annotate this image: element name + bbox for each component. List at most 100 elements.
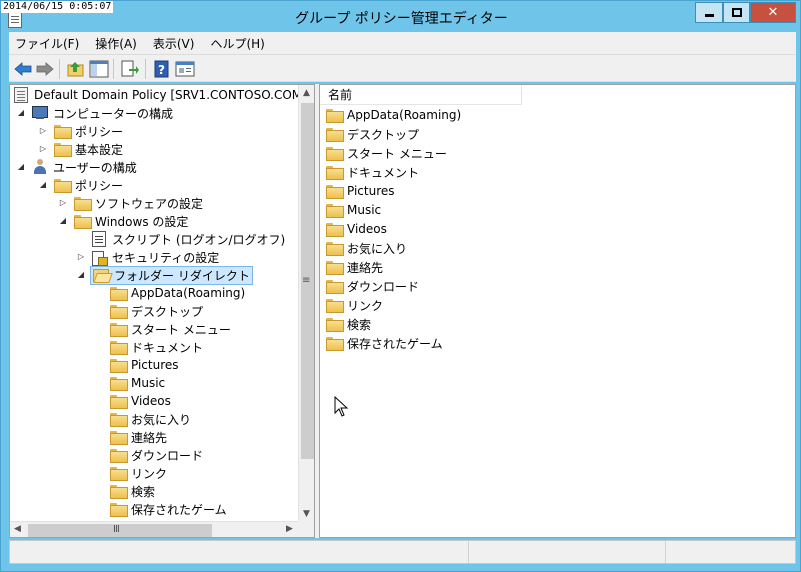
folder-icon bbox=[110, 467, 128, 481]
list-item[interactable]: スタート メニュー bbox=[326, 144, 447, 162]
tree-node-redirect-item[interactable]: Music bbox=[110, 374, 165, 392]
menu-file[interactable]: ファイル(F) bbox=[15, 35, 79, 52]
list-item-label: デスクトップ bbox=[347, 127, 420, 142]
tree-node-redirect-item[interactable]: ダウンロード bbox=[110, 446, 203, 464]
expand-arrow-icon[interactable]: ▷ bbox=[38, 144, 48, 154]
column-header-name[interactable]: 名前 bbox=[320, 85, 522, 105]
tree-node-label: ドキュメント bbox=[131, 340, 204, 355]
tree-node-label: ユーザーの構成 bbox=[53, 160, 137, 175]
back-arrow-icon[interactable] bbox=[13, 59, 33, 79]
tree-node-redirect-item[interactable]: お気に入り bbox=[110, 410, 191, 428]
list-item[interactable]: 保存されたゲーム bbox=[326, 334, 443, 352]
show-hide-tree-icon[interactable] bbox=[89, 59, 109, 79]
tree-node-label: 連絡先 bbox=[131, 430, 168, 445]
tree-node-redirect-item[interactable]: ドキュメント bbox=[110, 338, 203, 356]
tree-node-computer-prefs[interactable]: ▷ 基本設定 bbox=[38, 140, 123, 158]
collapse-arrow-icon[interactable]: ◢ bbox=[38, 180, 48, 190]
tree-vertical-scrollbar[interactable]: ▲ ≡ ▼ bbox=[298, 85, 314, 521]
tree-node-computer-policy[interactable]: ▷ ポリシー bbox=[38, 122, 123, 140]
folder-icon bbox=[110, 341, 128, 355]
list-item-label: AppData(Roaming) bbox=[347, 108, 462, 122]
list-item-label: お気に入り bbox=[347, 241, 408, 256]
tree-node-folder-redirection[interactable]: ◢ フォルダー リダイレクト bbox=[76, 265, 253, 285]
tree-node-scripts[interactable]: スクリプト (ログオン/ログオフ) bbox=[92, 230, 285, 248]
list-item[interactable]: お気に入り bbox=[326, 239, 407, 257]
up-folder-icon[interactable] bbox=[66, 59, 86, 79]
folder-icon bbox=[326, 299, 344, 313]
tree-node-redirect-item[interactable]: Pictures bbox=[110, 356, 179, 374]
export-list-icon[interactable] bbox=[120, 59, 140, 79]
scroll-left-arrow-icon[interactable]: ◀ bbox=[14, 524, 21, 534]
menu-view[interactable]: 表示(V) bbox=[153, 35, 195, 52]
list-item[interactable]: デスクトップ bbox=[326, 125, 419, 143]
folder-icon bbox=[110, 413, 128, 427]
tree-node-redirect-item[interactable]: デスクトップ bbox=[110, 302, 203, 320]
tree-node-security[interactable]: ▷ セキュリティの設定 bbox=[76, 248, 219, 266]
tree-node-windows-settings[interactable]: ◢ Windows の設定 bbox=[58, 212, 188, 230]
folder-icon bbox=[326, 280, 344, 294]
help-icon[interactable]: ? bbox=[152, 59, 172, 79]
scroll-up-arrow-icon[interactable]: ▲ bbox=[303, 88, 310, 98]
list-item[interactable]: Videos bbox=[326, 220, 387, 238]
collapse-arrow-icon[interactable]: ◢ bbox=[16, 108, 26, 118]
expand-arrow-icon[interactable]: ▷ bbox=[58, 198, 68, 208]
folder-icon bbox=[110, 287, 128, 301]
status-bar bbox=[9, 540, 796, 564]
tree-node-redirect-item[interactable]: Videos bbox=[110, 392, 171, 410]
collapse-arrow-icon[interactable]: ◢ bbox=[76, 270, 86, 280]
list-item[interactable]: リンク bbox=[326, 296, 383, 314]
status-segment bbox=[468, 541, 665, 563]
folder-icon bbox=[326, 128, 344, 142]
scrollbar-thumb[interactable]: Ⅲ bbox=[28, 524, 212, 537]
list-item[interactable]: Pictures bbox=[326, 182, 395, 200]
list-item[interactable]: ダウンロード bbox=[326, 277, 419, 295]
tree-node-label: デスクトップ bbox=[131, 304, 204, 319]
tree-node-redirect-item[interactable]: 連絡先 bbox=[110, 428, 167, 446]
menu-bar: ファイル(F) 操作(A) 表示(V) ヘルプ(H) bbox=[9, 32, 796, 54]
list-item[interactable]: AppData(Roaming) bbox=[326, 106, 461, 124]
list-item[interactable]: ドキュメント bbox=[326, 163, 419, 181]
folder-icon bbox=[326, 185, 344, 199]
menu-action[interactable]: 操作(A) bbox=[95, 35, 137, 52]
folder-icon bbox=[326, 223, 344, 237]
properties-icon[interactable] bbox=[175, 59, 195, 79]
minimize-button[interactable] bbox=[695, 2, 723, 23]
list-item[interactable]: Music bbox=[326, 201, 381, 219]
folder-icon bbox=[110, 503, 128, 517]
scroll-down-arrow-icon[interactable]: ▼ bbox=[303, 509, 310, 519]
security-lock-icon bbox=[92, 249, 108, 266]
tree-node-user-policy[interactable]: ◢ ポリシー bbox=[38, 176, 123, 194]
folder-icon bbox=[326, 261, 344, 275]
tree-node-label: スタート メニュー bbox=[131, 322, 231, 337]
folder-icon bbox=[110, 323, 128, 337]
tree-node-redirect-item[interactable]: リンク bbox=[110, 464, 167, 482]
tree-node-redirect-item[interactable]: 検索 bbox=[110, 482, 155, 500]
tree-node-label: ポリシー bbox=[75, 124, 124, 139]
tree-node-redirect-item[interactable]: スタート メニュー bbox=[110, 320, 231, 338]
tree-node-software-settings[interactable]: ▷ ソフトウェアの設定 bbox=[58, 194, 203, 212]
grip-icon: ≡ bbox=[302, 275, 311, 286]
tree-node-redirect-item[interactable]: 保存されたゲーム bbox=[110, 500, 227, 518]
expand-arrow-icon[interactable]: ▷ bbox=[76, 252, 86, 262]
close-button[interactable]: ✕ bbox=[750, 2, 796, 23]
tree-node-root[interactable]: Default Domain Policy [SRV1.CONTOSO.COM bbox=[14, 86, 298, 104]
menu-help[interactable]: ヘルプ(H) bbox=[210, 35, 264, 52]
forward-arrow-icon[interactable] bbox=[35, 59, 55, 79]
folder-icon bbox=[326, 242, 344, 256]
folder-icon bbox=[110, 359, 128, 373]
tree-node-computer-config[interactable]: ◢ コンピューターの構成 bbox=[16, 104, 173, 122]
tree-horizontal-scrollbar[interactable]: ◀ Ⅲ ▶ bbox=[10, 521, 298, 537]
scroll-right-arrow-icon[interactable]: ▶ bbox=[286, 524, 293, 534]
expand-arrow-icon[interactable]: ▷ bbox=[38, 126, 48, 136]
collapse-arrow-icon[interactable]: ◢ bbox=[58, 216, 68, 226]
list-item[interactable]: 検索 bbox=[326, 315, 371, 333]
title-bar[interactable]: 2014/06/15 0:05:07 グループ ポリシー管理エディター ✕ bbox=[1, 1, 801, 32]
list-item[interactable]: 連絡先 bbox=[326, 258, 383, 276]
selected-node[interactable]: フォルダー リダイレクト bbox=[90, 265, 253, 285]
tree-node-user-config[interactable]: ◢ ユーザーの構成 bbox=[16, 158, 137, 176]
tree-node-redirect-item[interactable]: AppData(Roaming) bbox=[110, 284, 245, 302]
script-icon bbox=[92, 231, 106, 247]
collapse-arrow-icon[interactable]: ◢ bbox=[16, 162, 26, 172]
maximize-button[interactable] bbox=[723, 2, 750, 23]
minimize-icon bbox=[704, 13, 714, 17]
